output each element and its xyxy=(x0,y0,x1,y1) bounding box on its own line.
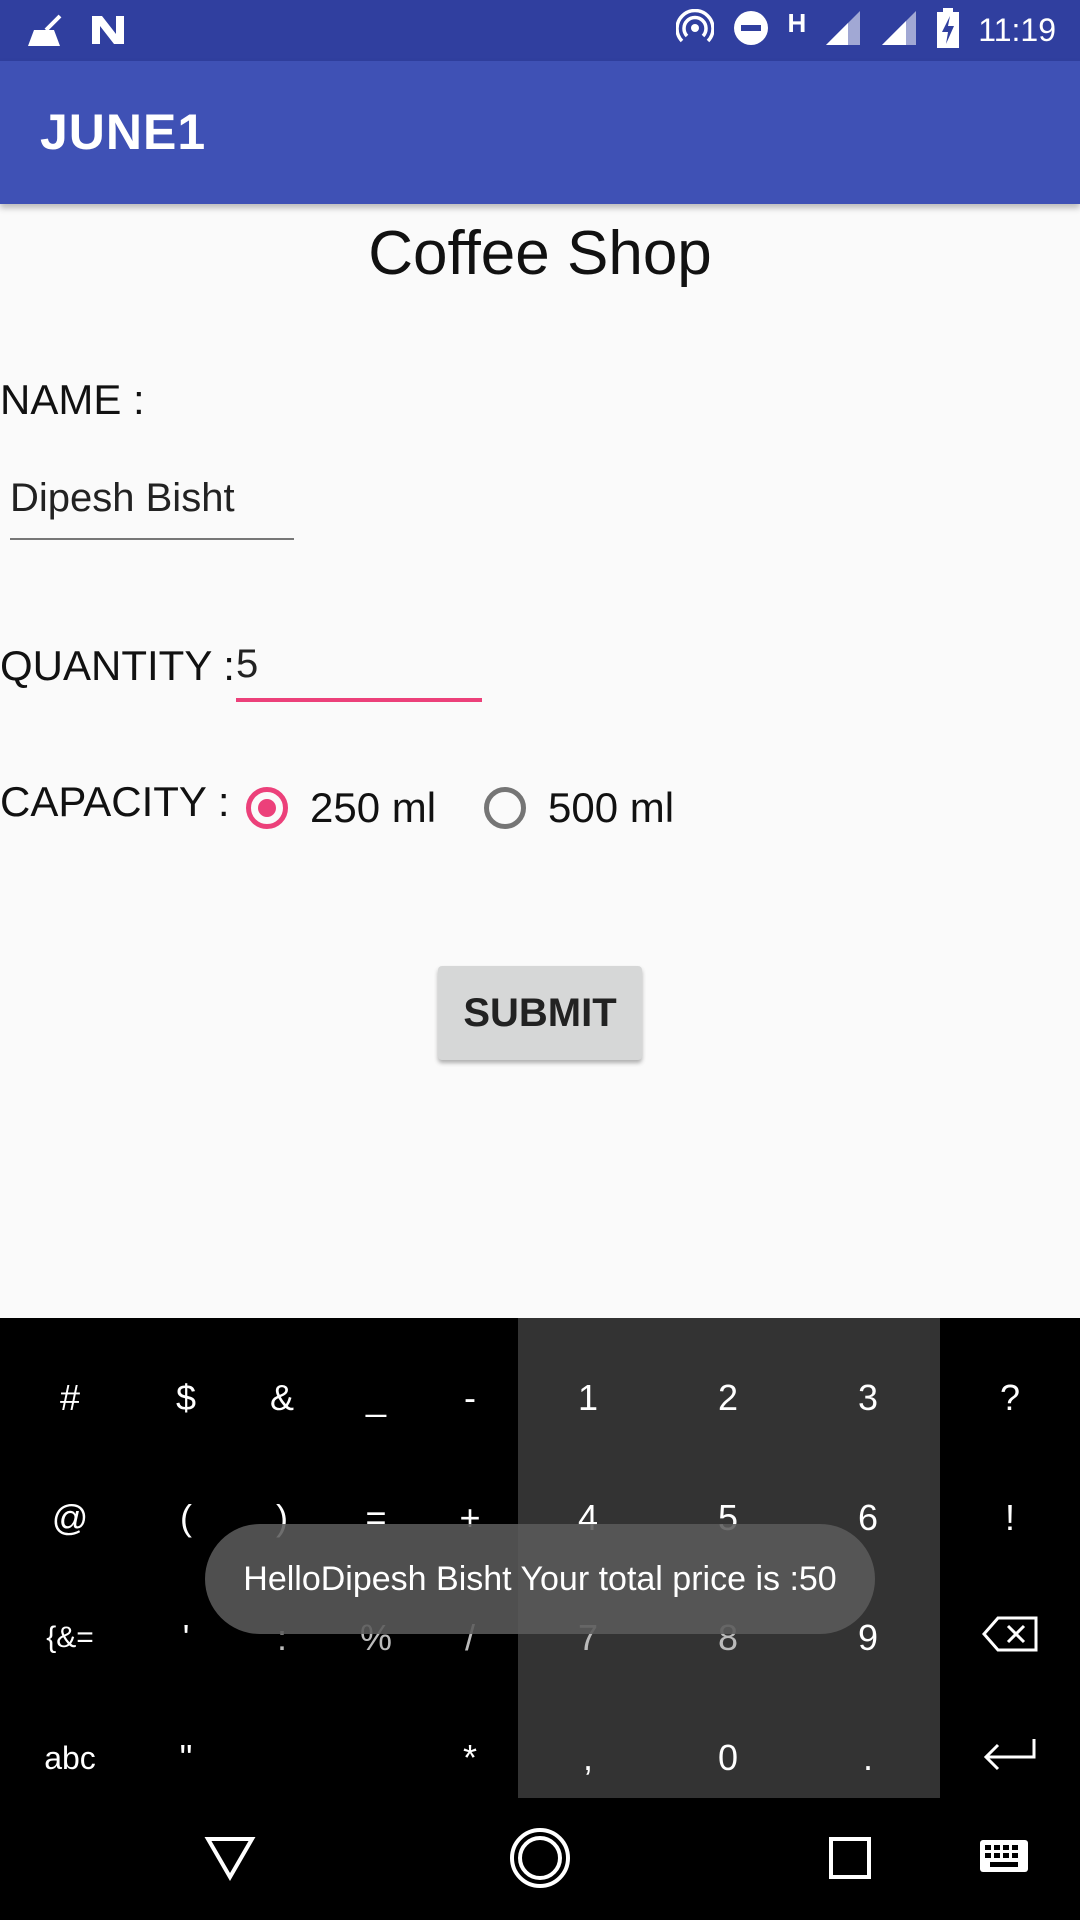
key-quote[interactable]: " xyxy=(136,1703,236,1813)
backspace-key[interactable] xyxy=(960,1583,1060,1693)
quantity-input-value: 5 xyxy=(236,642,259,686)
key-question[interactable]: ? xyxy=(960,1343,1060,1453)
keyboard-icon xyxy=(978,1838,1030,1883)
cleaner-icon xyxy=(24,12,66,55)
name-input[interactable]: Dipesh Bisht xyxy=(10,476,294,540)
app-bar: JUNE1 xyxy=(0,61,1080,204)
radio-500ml[interactable]: 500 ml xyxy=(484,784,674,832)
battery-icon xyxy=(936,8,960,53)
key-1[interactable]: 1 xyxy=(538,1343,638,1453)
key-abc[interactable]: abc xyxy=(20,1703,120,1813)
key-comma[interactable]: , xyxy=(538,1703,638,1813)
key-minus[interactable]: - xyxy=(420,1343,520,1453)
page-title: Coffee Shop xyxy=(368,219,712,288)
backspace-icon xyxy=(982,1616,1038,1661)
key-3[interactable]: 3 xyxy=(818,1343,918,1453)
key-2[interactable]: 2 xyxy=(678,1343,778,1453)
dnd-icon xyxy=(732,9,770,52)
key-exclamation[interactable]: ! xyxy=(960,1463,1060,1573)
name-label: NAME : xyxy=(0,376,145,423)
nav-bar xyxy=(0,1798,1080,1920)
back-button[interactable] xyxy=(190,1820,270,1900)
submit-button[interactable]: SUBMIT xyxy=(438,966,642,1060)
status-time: 11:19 xyxy=(978,12,1056,48)
enter-key[interactable] xyxy=(960,1703,1060,1813)
recents-button[interactable] xyxy=(810,1820,890,1900)
status-bar: H 11:19 xyxy=(0,0,1080,61)
network-type-label: H xyxy=(787,8,807,38)
key-hash[interactable]: # xyxy=(20,1343,120,1453)
key-underscore[interactable]: _ xyxy=(326,1343,426,1453)
name-input-value: Dipesh Bisht xyxy=(10,476,235,520)
radio-checked-icon xyxy=(246,787,288,829)
radio-250ml-label: 250 ml xyxy=(310,784,437,831)
home-button[interactable] xyxy=(500,1820,580,1900)
key-at[interactable]: @ xyxy=(20,1463,120,1573)
recents-icon xyxy=(828,1836,872,1885)
enter-icon xyxy=(982,1737,1038,1780)
capacity-label: CAPACITY : xyxy=(0,778,230,825)
key-0[interactable]: 0 xyxy=(678,1703,778,1813)
key-period[interactable]: . xyxy=(818,1703,918,1813)
signal-icon xyxy=(824,9,862,52)
quantity-label: QUANTITY : xyxy=(0,642,235,689)
radio-unchecked-icon xyxy=(484,787,526,829)
key-dollar[interactable]: $ xyxy=(136,1343,236,1453)
key-symbols[interactable]: {&= xyxy=(20,1583,120,1693)
main-content: Coffee Shop NAME : Dipesh Bisht QUANTITY… xyxy=(0,204,1080,1318)
n-icon xyxy=(88,12,128,55)
home-icon xyxy=(508,1826,572,1895)
toast-message: HelloDipesh Bisht Your total price is :5… xyxy=(205,1524,875,1634)
radio-250ml[interactable]: 250 ml xyxy=(246,784,436,832)
app-title: JUNE1 xyxy=(40,104,207,160)
back-icon xyxy=(204,1835,256,1886)
signal-icon xyxy=(880,9,918,52)
keyboard-switch-button[interactable] xyxy=(964,1820,1044,1900)
key-asterisk[interactable]: * xyxy=(420,1703,520,1813)
radio-500ml-label: 500 ml xyxy=(548,784,675,831)
hotspot-icon xyxy=(674,8,715,52)
key-ampersand[interactable]: & xyxy=(232,1343,332,1453)
quantity-input[interactable]: 5 xyxy=(236,630,482,702)
